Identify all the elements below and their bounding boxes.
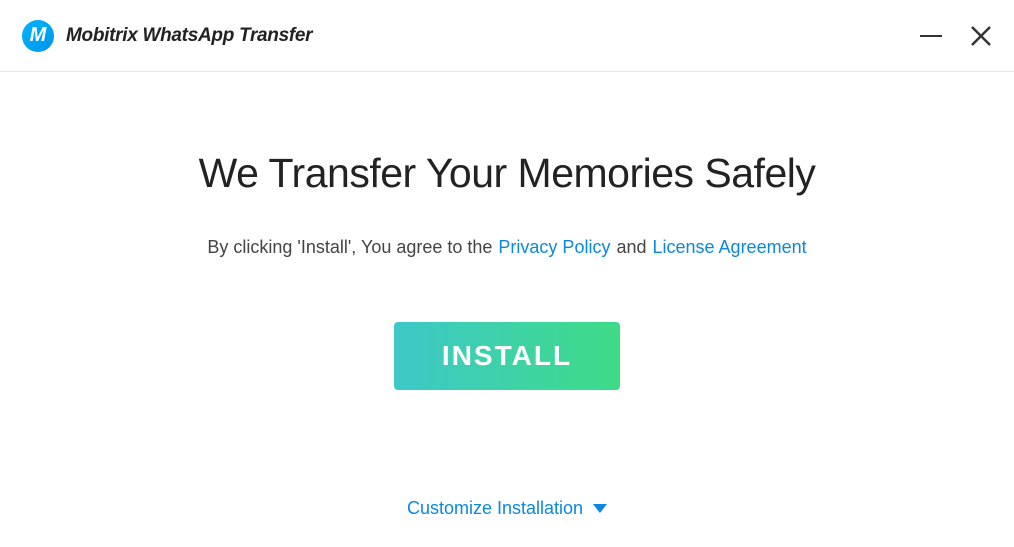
consent-and: and [616,237,646,258]
chevron-down-icon [593,504,607,513]
app-title: Mobitrix WhatsApp Transfer [66,25,312,47]
logo-letter: M [30,24,47,47]
consent-prefix: By clicking 'Install', You agree to the [207,237,492,258]
customize-installation-toggle[interactable]: Customize Installation [407,498,607,519]
window-header: M Mobitrix WhatsApp Transfer [0,0,1014,72]
main-content: We Transfer Your Memories Safely By clic… [0,72,1014,390]
install-button[interactable]: INSTALL [394,322,620,390]
consent-text: By clicking 'Install', You agree to the … [207,237,806,258]
close-icon[interactable] [970,25,992,47]
customize-label: Customize Installation [407,498,583,519]
header-left: M Mobitrix WhatsApp Transfer [22,20,312,52]
license-agreement-link[interactable]: License Agreement [653,237,807,258]
minimize-icon[interactable] [920,35,942,37]
window-controls [920,25,992,47]
headline: We Transfer Your Memories Safely [199,150,816,197]
app-logo-icon: M [22,20,54,52]
privacy-policy-link[interactable]: Privacy Policy [498,237,610,258]
